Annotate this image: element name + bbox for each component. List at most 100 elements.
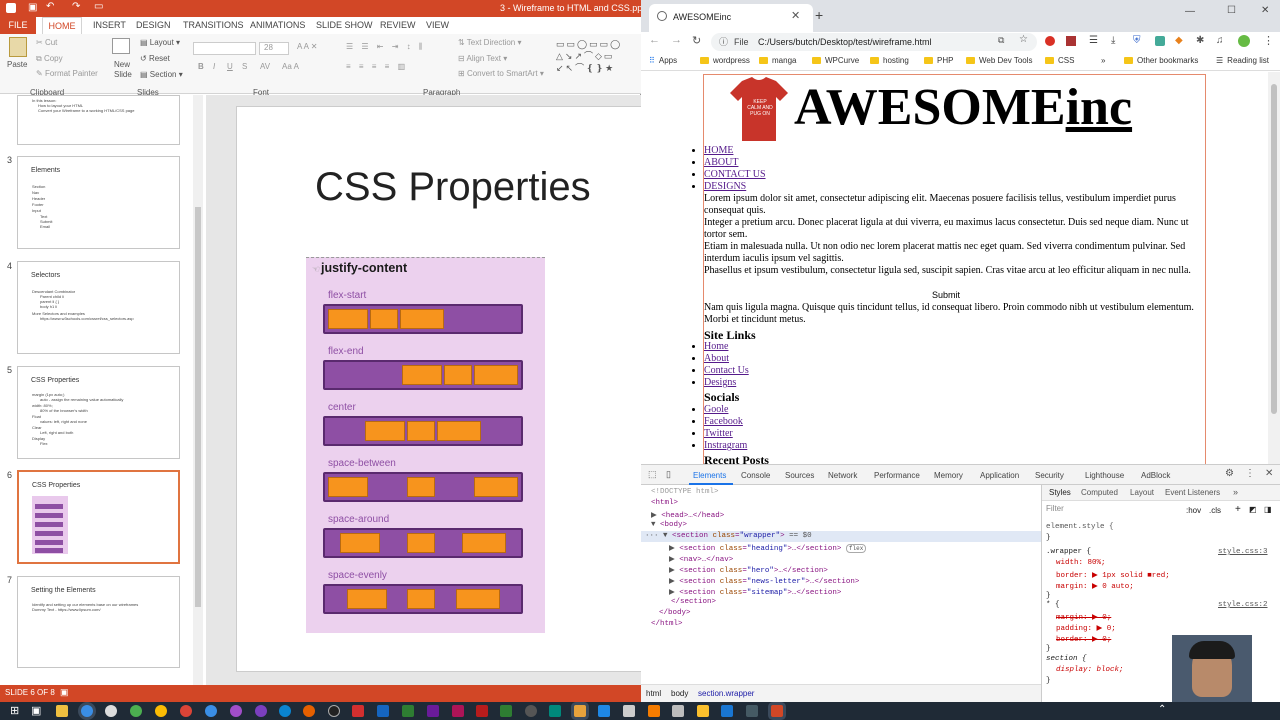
social-link-twitter[interactable]: Twitter [704,428,733,439]
dom-body[interactable]: ▼ <body> [651,521,687,529]
chrome-taskbar-icon[interactable] [230,705,242,717]
app-icon[interactable] [549,705,561,717]
more-tabs-icon[interactable]: » [1233,487,1238,497]
filezilla-icon[interactable] [352,705,364,717]
bookmark-apps[interactable]: ⠿ Apps [649,56,677,65]
metamask-icon[interactable]: ◆ [1175,35,1183,46]
hov-toggle[interactable]: :hov [1186,506,1201,515]
underline-button[interactable]: U [227,62,233,71]
slide-thumb-5[interactable]: CSS Properties margin (1px auto;) auto -… [17,366,180,459]
slide-thumb-6[interactable]: CSS Properties [17,470,180,564]
breadcrumb-html[interactable]: html [646,689,661,698]
devtools-tab-security[interactable]: Security [1035,471,1064,480]
devtools-tab-memory[interactable]: Memory [934,471,963,480]
dom-nav[interactable]: ▶ <nav>…</nav> [669,554,733,564]
tab-design[interactable]: DESIGN [136,20,171,30]
scrollbar-thumb[interactable] [195,207,201,607]
computed-sidebar-icon[interactable]: ◨ [1264,505,1272,514]
close-window-icon[interactable]: ✕ [1261,5,1269,16]
flex-badge[interactable]: flex [845,544,867,553]
new-style-rule-icon[interactable]: + [1235,504,1241,515]
bold-button[interactable]: B [198,62,204,71]
devtools-tab-performance[interactable]: Performance [874,471,920,480]
app-icon[interactable] [697,705,709,717]
wrapper-prop-margin[interactable]: margin: ▶ 0 auto; [1056,581,1134,591]
extensions-puzzle-icon[interactable]: ✱ [1196,35,1204,46]
bookmark-manga[interactable]: manga [759,56,796,65]
extension-icon[interactable]: ⛨ [1133,35,1141,46]
firefox-icon[interactable] [303,705,315,717]
star-prop-border[interactable]: border: ▶ 0; [1056,634,1111,644]
app-icon[interactable] [648,705,660,717]
netflix-icon[interactable] [476,705,488,717]
slide-title[interactable]: CSS Properties [315,165,591,210]
tab-home[interactable]: HOME [42,17,82,34]
redo-icon[interactable]: ↷ [72,1,80,12]
file-explorer-icon[interactable] [56,705,68,717]
bookmark-hosting[interactable]: hosting [870,56,909,65]
maximize-icon[interactable]: ☐ [1227,5,1236,16]
devtools-tab-sources[interactable]: Sources [785,471,814,480]
forward-icon[interactable]: → [671,34,682,46]
tab-slide-show[interactable]: SLIDE SHOW [316,20,373,30]
paste-icon[interactable] [9,37,27,57]
social-link-google[interactable]: Goole [704,404,728,415]
thumbnail-scrollbar[interactable] [193,95,203,685]
bookmark-wordpress[interactable]: wordpress [700,56,750,65]
powerpoint-taskbar-icon[interactable] [771,705,783,717]
justify-content-image[interactable]: ☜ justify-content flex-start flex-end cent… [306,257,545,633]
breadcrumb-wrapper[interactable]: section.wrapper [698,689,754,698]
layout-tab[interactable]: Layout [1130,488,1154,497]
slide-thumb-4[interactable]: Selectors Descendant Combinator Parent c… [17,261,180,354]
section-rule-selector[interactable]: section { [1046,655,1087,663]
bookmark-css[interactable]: CSS [1045,56,1074,65]
bookmark-wpcurve[interactable]: WPCurve [812,56,859,65]
devtools-tab-lighthouse[interactable]: Lighthouse [1085,471,1124,480]
event-listeners-tab[interactable]: Event Listeners [1165,488,1220,497]
dom-section-heading[interactable]: ▶ <section class="heading">…</section> f… [669,543,867,553]
browser-tab[interactable]: AWESOMEinc ✕ [649,4,813,32]
styles-filter-input[interactable]: Filter [1046,504,1178,516]
vscode-icon[interactable] [721,705,733,717]
dom-wrapper[interactable]: ··· ▼ <section class="wrapper"> == $0 [645,532,812,540]
tab-view[interactable]: VIEW [426,20,449,30]
extension-icon[interactable]: ☰ [1089,35,1098,46]
address-bar[interactable]: ⓘ File C:/Users/butch/Desktop/test/wiref… [711,33,1037,51]
new-slide-icon[interactable] [112,38,130,54]
page-scrollbar-thumb[interactable] [1271,84,1277,414]
more-bookmarks-icon[interactable]: » [1101,56,1105,65]
align-buttons[interactable]: ≡ ≡ ≡ ≡ ▥ [346,62,408,71]
tab-review[interactable]: REVIEW [380,20,416,30]
app-icon[interactable] [574,705,586,717]
shapes-gallery[interactable]: ▭▭◯▭▭◯ △↘↗⌒◇▭ ↙↖⌒❴❵★ [556,38,636,78]
star-rule-selector[interactable]: * { [1046,601,1060,609]
tab-transitions[interactable]: TRANSITIONS [183,20,244,30]
devtools-tab-network[interactable]: Network [828,471,857,480]
app-icon[interactable] [598,705,610,717]
star-prop-padding[interactable]: padding: ▶ 0; [1056,623,1116,633]
reload-icon[interactable]: ↻ [692,34,701,47]
download-icon[interactable]: ⤓ [1111,35,1115,46]
site-link-about[interactable]: About [704,353,729,364]
save-icon[interactable]: ▣ [28,2,37,13]
excel-icon[interactable] [500,705,512,717]
site-link-contact[interactable]: Contact Us [704,365,749,376]
reset-button[interactable]: ↺ Reset [140,54,170,63]
social-link-facebook[interactable]: Facebook [704,416,743,427]
wrapper-prop-border[interactable]: border: ▶ 1px solid ■red; [1056,570,1170,580]
cut-button[interactable]: ✂ Cut [36,38,57,47]
site-link-home[interactable]: Home [704,341,728,352]
section-prop-display[interactable]: display: block; [1056,666,1124,674]
new-slide-label[interactable]: New Slide [114,60,136,80]
chrome-menu-icon[interactable]: ⋮ [1263,34,1274,47]
app-icon[interactable] [672,705,684,717]
italic-button[interactable]: I [213,62,215,71]
chrome-taskbar-icon[interactable] [180,705,192,717]
new-tab-icon[interactable]: + [815,7,823,23]
nav-link-designs[interactable]: DESIGNS [704,181,746,192]
info-icon[interactable]: ⓘ [719,35,728,48]
devtools-tab-console[interactable]: Console [741,471,770,480]
extension-icon[interactable] [1066,36,1076,46]
start-icon[interactable]: ⊞ [10,704,19,717]
translate-icon[interactable]: ⧉ [998,35,1004,46]
